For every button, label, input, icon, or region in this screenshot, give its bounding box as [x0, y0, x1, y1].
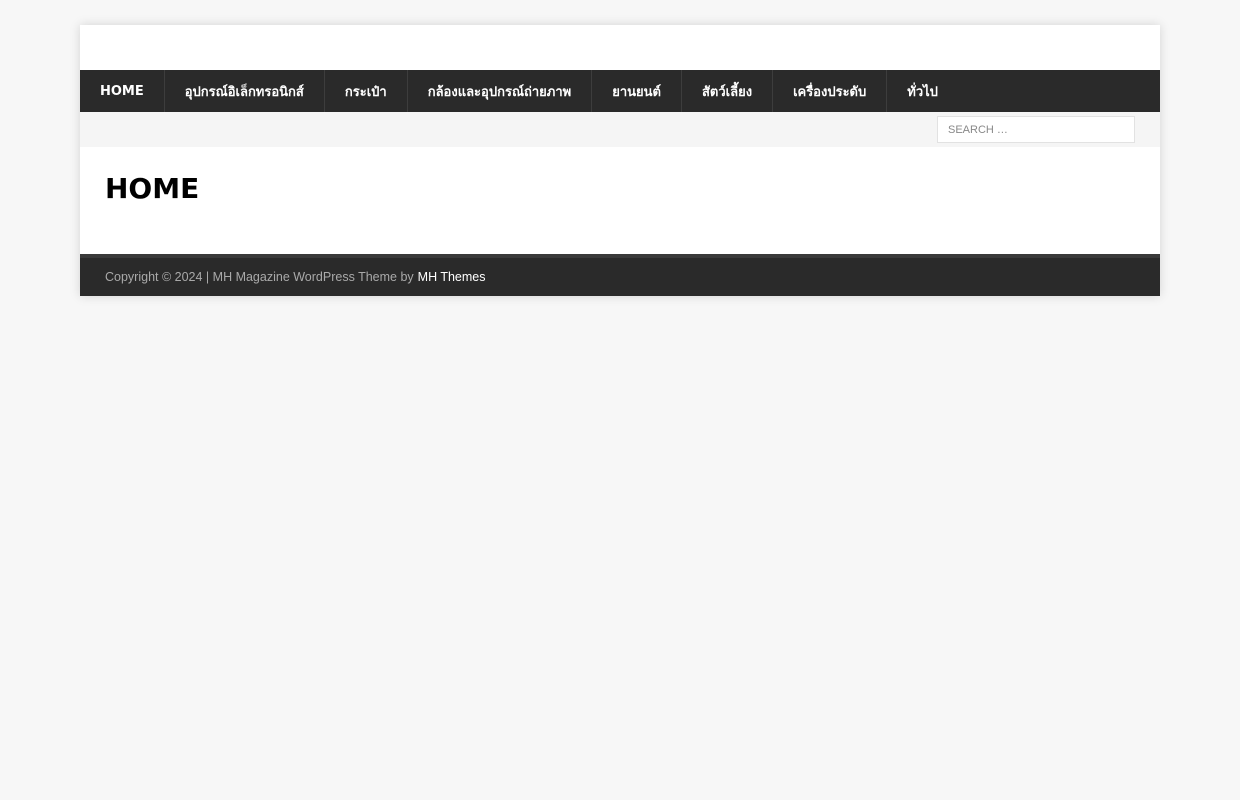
footer-theme-link[interactable]: MH Themes — [418, 270, 486, 284]
search-bar-area — [80, 112, 1160, 147]
nav-item-jewelry[interactable]: เครื่องประดับ — [773, 70, 888, 112]
main-content: HOME — [80, 147, 1160, 254]
search-input[interactable] — [937, 116, 1135, 143]
site-footer: Copyright © 2024 | MH Magazine WordPress… — [80, 258, 1160, 296]
nav-item-electronics[interactable]: อุปกรณ์อิเล็กทรอนิกส์ — [165, 70, 325, 112]
nav-item-home[interactable]: HOME — [80, 70, 165, 112]
nav-item-cameras[interactable]: กล้องและอุปกรณ์ถ่ายภาพ — [408, 70, 593, 112]
main-navigation: HOME อุปกรณ์อิเล็กทรอนิกส์ กระเป๋า กล้อง… — [80, 70, 1160, 112]
nav-item-general[interactable]: ทั่วไป — [887, 70, 958, 112]
nav-item-automotive[interactable]: ยานยนต์ — [592, 70, 682, 112]
nav-item-pets[interactable]: สัตว์เลี้ยง — [682, 70, 774, 112]
footer-copyright: Copyright © 2024 | MH Magazine WordPress… — [105, 270, 414, 284]
site-header — [80, 25, 1160, 70]
site-container: HOME อุปกรณ์อิเล็กทรอนิกส์ กระเป๋า กล้อง… — [80, 25, 1160, 296]
nav-item-bags[interactable]: กระเป๋า — [325, 70, 408, 112]
page-title: HOME — [105, 172, 200, 205]
